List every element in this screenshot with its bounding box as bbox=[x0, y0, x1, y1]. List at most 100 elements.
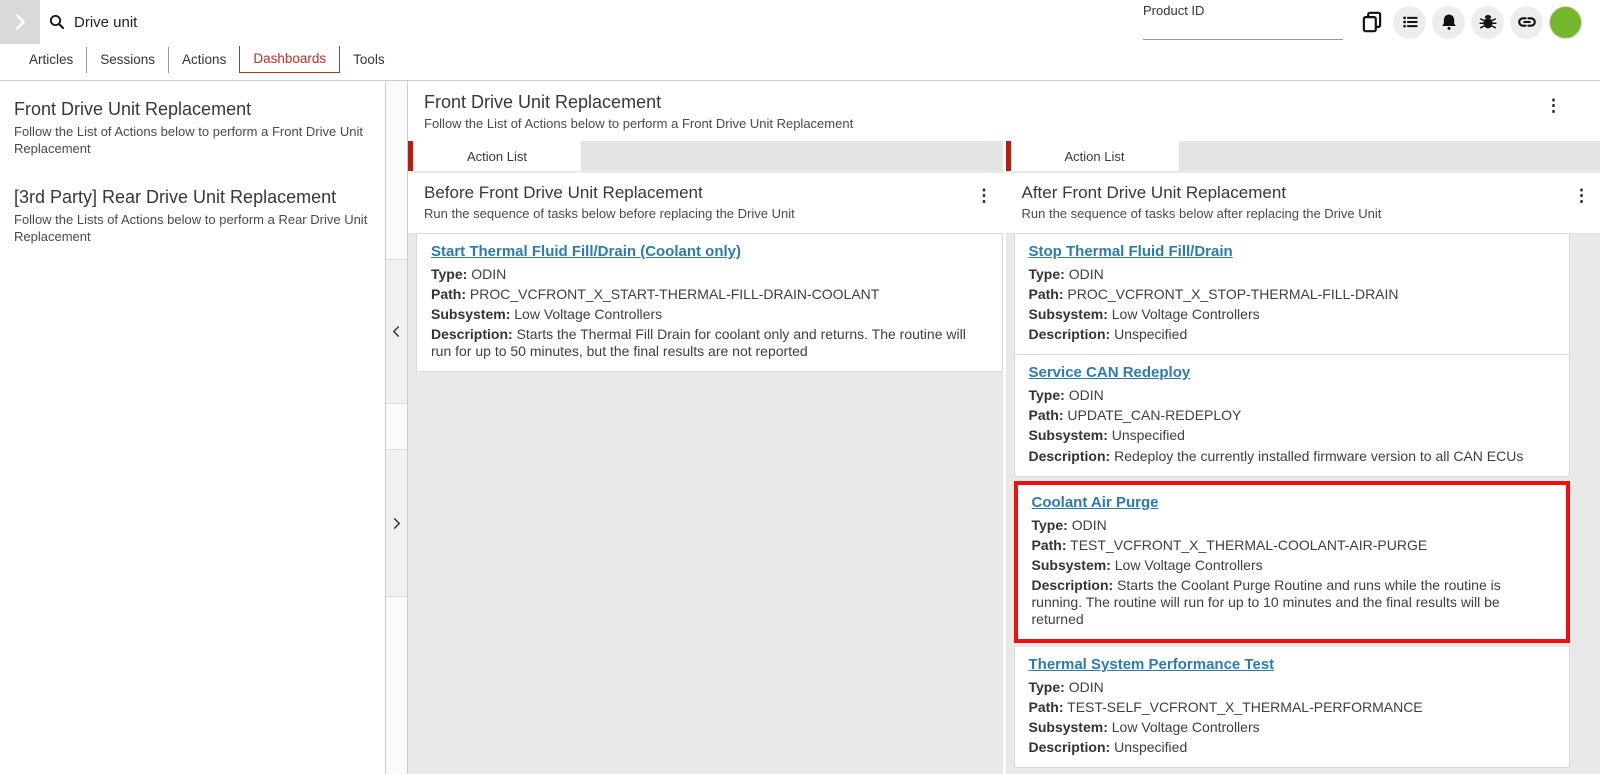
field-label: Path: bbox=[1029, 407, 1064, 423]
main-nav-tabs: Articles Sessions Actions Dashboards Too… bbox=[0, 44, 1600, 81]
chevron-right-icon bbox=[9, 11, 31, 33]
chevron-left-icon bbox=[391, 325, 402, 338]
list-icon[interactable] bbox=[1393, 6, 1426, 39]
action-item-stop-thermal: Stop Thermal Fluid Fill/Drain Type: ODIN… bbox=[1014, 234, 1571, 355]
dashboard-main: Front Drive Unit Replacement Follow the … bbox=[408, 81, 1600, 774]
action-subsystem: Subsystem: Low Voltage Controllers bbox=[1029, 719, 1556, 736]
expand-panel-button[interactable] bbox=[0, 0, 40, 44]
action-type: Type: ODIN bbox=[1029, 679, 1556, 696]
action-description: Description: Unspecified bbox=[1029, 739, 1556, 756]
column-after: Action List After Front Drive Unit Repla… bbox=[1006, 141, 1600, 774]
field-value: Unspecified bbox=[1114, 739, 1187, 755]
action-path: Path: PROC_VCFRONT_X_START-THERMAL-FILL-… bbox=[431, 286, 988, 303]
action-item-coolant-air-purge-highlighted: Coolant Air Purge Type: ODIN Path: TEST_… bbox=[1014, 481, 1571, 643]
field-label: Type: bbox=[1029, 679, 1065, 695]
before-action-list: Start Thermal Fluid Fill/Drain (Coolant … bbox=[408, 234, 1003, 372]
dashboard-header: Front Drive Unit Replacement Follow the … bbox=[408, 81, 1600, 141]
search-query-text[interactable]: Drive unit bbox=[74, 14, 137, 31]
sidebar-item-description: Follow the List of Actions below to perf… bbox=[14, 123, 371, 157]
field-label: Description: bbox=[431, 326, 513, 342]
action-item-thermal-performance-test: Thermal System Performance Test Type: OD… bbox=[1014, 647, 1571, 768]
column-before: Action List Before Front Drive Unit Repl… bbox=[408, 141, 1003, 774]
sidebar-item-front-drive-unit[interactable]: Front Drive Unit Replacement Follow the … bbox=[0, 93, 385, 167]
field-label: Path: bbox=[431, 286, 466, 302]
field-value: ODIN bbox=[1069, 387, 1104, 403]
bug-report-icon[interactable] bbox=[1471, 6, 1504, 39]
copy-icon[interactable] bbox=[1357, 7, 1387, 37]
action-path: Path: TEST_VCFRONT_X_THERMAL-COOLANT-AIR… bbox=[1032, 537, 1553, 554]
content-area: Front Drive Unit Replacement Follow the … bbox=[0, 81, 1600, 774]
tab-sessions[interactable]: Sessions bbox=[86, 47, 168, 73]
field-value: TEST-SELF_VCFRONT_X_THERMAL-PERFORMANCE bbox=[1067, 699, 1423, 715]
action-columns: Action List Before Front Drive Unit Repl… bbox=[408, 141, 1600, 774]
field-label: Subsystem: bbox=[1029, 427, 1108, 443]
after-tab-bar: Action List bbox=[1006, 141, 1600, 171]
field-value: Low Voltage Controllers bbox=[1115, 557, 1263, 573]
action-subsystem: Subsystem: Low Voltage Controllers bbox=[1029, 306, 1556, 323]
tab-actions[interactable]: Actions bbox=[168, 47, 239, 73]
action-path: Path: TEST-SELF_VCFRONT_X_THERMAL-PERFOR… bbox=[1029, 699, 1556, 716]
card-description: Run the sequence of tasks below before r… bbox=[424, 206, 987, 221]
before-column-body: Before Front Drive Unit Replacement Run … bbox=[408, 171, 1003, 774]
field-label: Subsystem: bbox=[1029, 719, 1108, 735]
search-bar[interactable]: Drive unit bbox=[48, 13, 137, 31]
field-value: ODIN bbox=[1069, 266, 1104, 282]
action-link[interactable]: Coolant Air Purge bbox=[1032, 494, 1159, 511]
field-label: Description: bbox=[1029, 326, 1111, 342]
sidebar-item-title: [3rd Party] Rear Drive Unit Replacement bbox=[14, 187, 371, 208]
tab-action-list-before[interactable]: Action List bbox=[413, 141, 581, 171]
header-toolbar bbox=[1357, 6, 1582, 39]
link-icon[interactable] bbox=[1510, 6, 1543, 39]
action-subsystem: Subsystem: Low Voltage Controllers bbox=[431, 306, 988, 323]
kebab-menu-icon[interactable]: ⋮ bbox=[1545, 97, 1562, 114]
kebab-menu-icon[interactable]: ⋮ bbox=[1573, 187, 1590, 204]
tab-tools[interactable]: Tools bbox=[340, 47, 398, 73]
field-label: Description: bbox=[1029, 739, 1111, 755]
field-label: Type: bbox=[1032, 517, 1068, 533]
action-description: Description: Starts the Thermal Fill Dra… bbox=[431, 326, 988, 360]
action-description: Description: Unspecified bbox=[1029, 326, 1556, 343]
dashboards-sidebar: Front Drive Unit Replacement Follow the … bbox=[0, 81, 386, 774]
field-value: ODIN bbox=[1072, 517, 1107, 533]
action-subsystem: Subsystem: Low Voltage Controllers bbox=[1032, 557, 1553, 574]
field-label: Path: bbox=[1029, 699, 1064, 715]
action-type: Type: ODIN bbox=[1032, 517, 1553, 534]
card-title: Before Front Drive Unit Replacement bbox=[424, 183, 987, 203]
field-value: TEST_VCFRONT_X_THERMAL-COOLANT-AIR-PURGE bbox=[1070, 537, 1427, 553]
after-card-header: After Front Drive Unit Replacement Run t… bbox=[1006, 173, 1600, 234]
field-label: Type: bbox=[431, 266, 467, 282]
sidebar-item-rear-drive-unit[interactable]: [3rd Party] Rear Drive Unit Replacement … bbox=[0, 181, 385, 255]
collapse-sidebar-button[interactable] bbox=[386, 259, 407, 404]
sidebar-item-description: Follow the Lists of Actions below to per… bbox=[14, 211, 371, 245]
action-type: Type: ODIN bbox=[1029, 266, 1556, 283]
action-link[interactable]: Service CAN Redeploy bbox=[1029, 364, 1191, 381]
product-id-input[interactable] bbox=[1143, 22, 1343, 40]
status-circle[interactable] bbox=[1549, 6, 1582, 39]
field-value: PROC_VCFRONT_X_STOP-THERMAL-FILL-DRAIN bbox=[1067, 286, 1398, 302]
field-label: Subsystem: bbox=[431, 306, 510, 322]
action-item-service-can-redeploy: Service CAN Redeploy Type: ODIN Path: UP… bbox=[1014, 355, 1571, 476]
product-id-label: Product ID bbox=[1143, 3, 1343, 18]
notifications-bell-icon[interactable] bbox=[1432, 6, 1465, 39]
field-value: Unspecified bbox=[1114, 326, 1187, 342]
after-action-list: Stop Thermal Fluid Fill/Drain Type: ODIN… bbox=[1006, 234, 1600, 768]
field-label: Subsystem: bbox=[1032, 557, 1111, 573]
action-type: Type: ODIN bbox=[431, 266, 988, 283]
tab-dashboards[interactable]: Dashboards bbox=[239, 46, 340, 73]
action-link[interactable]: Stop Thermal Fluid Fill/Drain bbox=[1029, 243, 1233, 260]
action-item-start-thermal: Start Thermal Fluid Fill/Drain (Coolant … bbox=[416, 234, 1003, 372]
action-link[interactable]: Thermal System Performance Test bbox=[1029, 656, 1275, 673]
action-type: Type: ODIN bbox=[1029, 387, 1556, 404]
field-value: PROC_VCFRONT_X_START-THERMAL-FILL-DRAIN-… bbox=[470, 286, 879, 302]
card-title: After Front Drive Unit Replacement bbox=[1022, 183, 1585, 203]
field-label: Type: bbox=[1029, 266, 1065, 282]
tab-action-list-after[interactable]: Action List bbox=[1011, 141, 1179, 171]
kebab-menu-icon[interactable]: ⋮ bbox=[976, 187, 993, 204]
before-card-header: Before Front Drive Unit Replacement Run … bbox=[408, 173, 1003, 234]
expand-sidebar-button[interactable] bbox=[386, 449, 407, 597]
action-path: Path: UPDATE_CAN-REDEPLOY bbox=[1029, 407, 1556, 424]
action-link[interactable]: Start Thermal Fluid Fill/Drain (Coolant … bbox=[431, 243, 741, 260]
dashboard-title: Front Drive Unit Replacement bbox=[424, 92, 1584, 113]
tab-articles[interactable]: Articles bbox=[16, 47, 86, 73]
field-label: Description: bbox=[1032, 577, 1114, 593]
